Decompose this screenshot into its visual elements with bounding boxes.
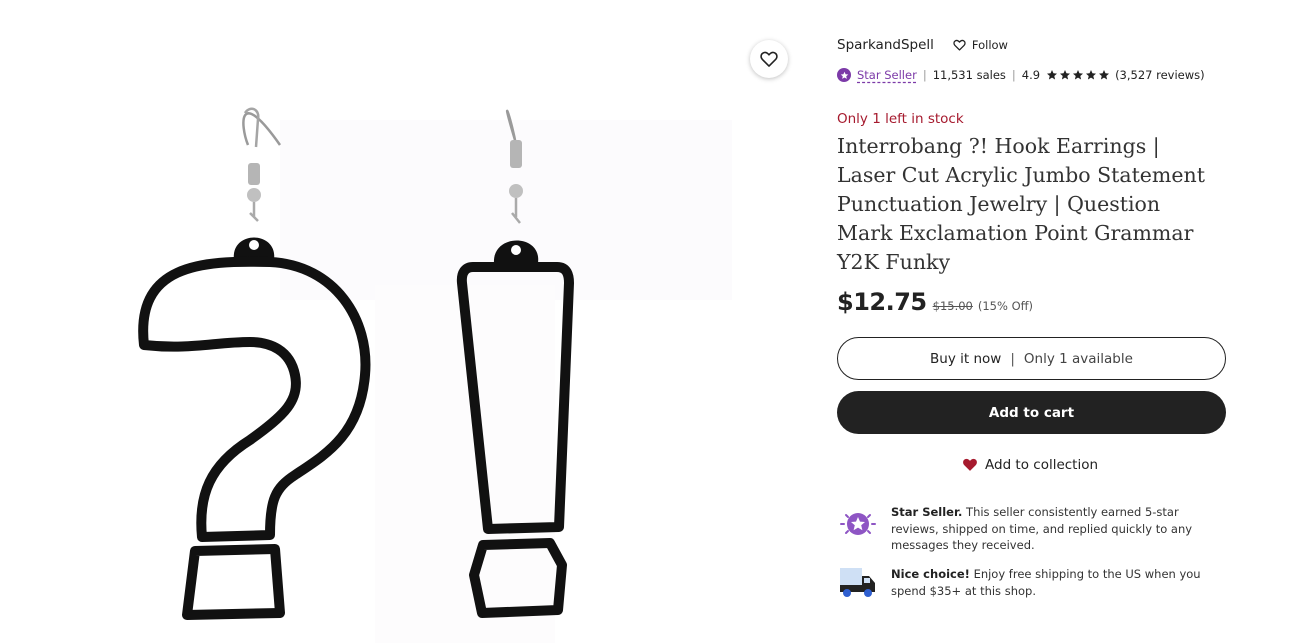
add-to-cart-button[interactable]: Add to cart xyxy=(837,391,1226,434)
add-to-collection-label: Add to collection xyxy=(985,456,1099,473)
shipping-title: Nice choice! xyxy=(891,567,970,581)
star-icon xyxy=(1086,70,1097,80)
price-row: $12.75 $15.00 (15% Off) xyxy=(837,288,1033,316)
product-image[interactable] xyxy=(130,105,740,643)
truck-icon xyxy=(837,566,891,604)
current-price: $12.75 xyxy=(837,288,927,316)
heart-filled-icon xyxy=(963,458,977,471)
separator: | xyxy=(922,68,927,82)
follow-label: Follow xyxy=(971,38,1008,52)
buy-it-now-label: Buy it now xyxy=(930,350,1002,367)
listing-title: Interrobang ?! Hook Earrings | Laser Cut… xyxy=(837,134,1205,274)
button-divider: | xyxy=(1010,350,1015,367)
star-seller-badge-icon xyxy=(837,504,891,554)
star-badge-icon xyxy=(837,68,851,82)
heart-outline-icon xyxy=(953,39,966,51)
star-icon xyxy=(1073,70,1084,80)
shipping-highlight: Nice choice! Enjoy free shipping to the … xyxy=(837,566,1227,604)
star-seller-link[interactable]: Star Seller xyxy=(857,68,917,82)
shop-name-link[interactable]: SparkandSpell xyxy=(837,37,934,53)
add-to-collection-button[interactable]: Add to collection xyxy=(961,456,1098,473)
star-seller-highlight: Star Seller. This seller consistently ea… xyxy=(837,504,1227,554)
star-seller-title: Star Seller. xyxy=(891,505,963,519)
star-icon xyxy=(1060,70,1071,80)
stock-notice: Only 1 left in stock xyxy=(837,111,964,127)
star-rating xyxy=(1046,69,1111,81)
star-icon xyxy=(1099,70,1110,80)
sales-count: 11,531 sales xyxy=(932,68,1006,82)
follow-button[interactable]: Follow xyxy=(952,38,1008,52)
buy-it-now-button[interactable]: Buy it now | Only 1 available xyxy=(837,337,1226,380)
separator: | xyxy=(1011,68,1016,82)
star-icon xyxy=(1047,70,1058,80)
favorite-button[interactable] xyxy=(750,40,788,78)
rating-score: 4.9 xyxy=(1021,68,1041,82)
original-price: $15.00 xyxy=(932,299,973,313)
availability-label: Only 1 available xyxy=(1023,350,1133,367)
discount-label: (15% Off) xyxy=(977,299,1034,313)
reviews-link[interactable]: (3,527 reviews) xyxy=(1115,68,1205,82)
heart-outline-icon xyxy=(760,51,778,67)
rating-row: Star Seller | 11,531 sales | 4.9 (3,527 … xyxy=(837,68,1205,82)
listing-panel: SparkandSpell Follow Star Seller | 11,53… xyxy=(837,0,1227,643)
shop-row: SparkandSpell Follow xyxy=(837,36,1008,54)
product-image-area xyxy=(0,0,800,643)
